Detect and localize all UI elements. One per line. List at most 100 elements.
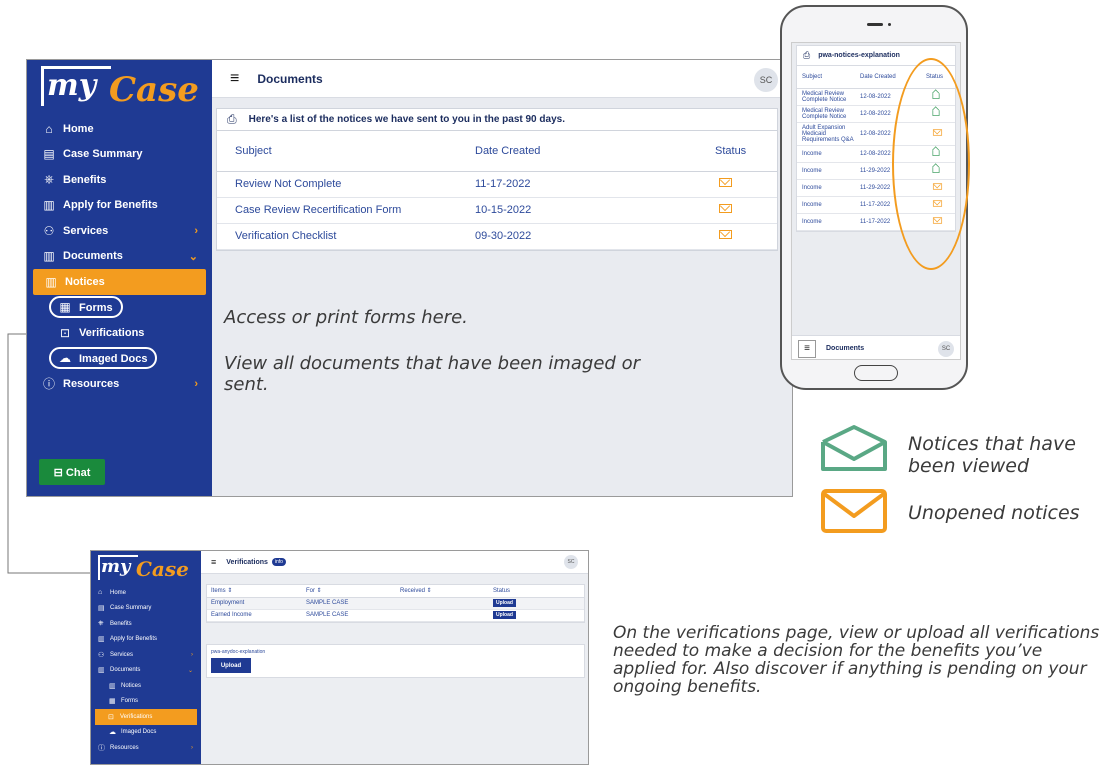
sidebar-item-label: Notices (121, 682, 142, 689)
sidebar-item-home[interactable]: ⌂ Home (27, 116, 212, 142)
sidebar-item-forms[interactable]: ▦ Forms (91, 694, 201, 710)
sidebar-item-label: Case Summary (63, 148, 143, 161)
sidebar-item-label: Benefits (63, 173, 107, 186)
sidebar-item-imaged-docs[interactable]: ☁ Imaged Docs (27, 346, 212, 372)
legend-unopened-text: Unopened notices (908, 502, 1080, 524)
table-row[interactable]: Verification Checklist 09-30-2022 (217, 223, 777, 250)
verification-icon: ⊡ (108, 713, 114, 721)
column-header-subject[interactable]: Subject (797, 66, 855, 89)
hamburger-menu-icon[interactable]: ≡ (230, 70, 239, 88)
sidebar-item-verifications[interactable]: ⊡ Verifications (27, 320, 212, 346)
item-cell: Employment (207, 597, 302, 610)
main-content: ≡ Verifications info SC Items ⇕ For ⇕ Re… (201, 551, 588, 764)
notice-subject[interactable]: Case Review Recertification Form (217, 197, 457, 224)
sidebar-item-label: Benefits (110, 620, 132, 627)
sidebar: my Case ⌂ Home ▤ Case Summary ⎈ Benefits ▥ A… (91, 551, 201, 764)
mycase-logo[interactable]: my Case (27, 60, 212, 116)
notice-subject[interactable]: Verification Checklist (217, 223, 457, 250)
notice-subject[interactable]: Adult Expansion Medicaid Requirements Q&… (797, 122, 855, 146)
avatar[interactable]: SC (938, 340, 954, 357)
notice-subject[interactable]: Income (797, 145, 855, 163)
sidebar-item-label: Verifications (120, 713, 153, 720)
imaged-help-text: View all documents that have been imaged… (224, 353, 640, 395)
unopened-envelope-icon[interactable] (719, 204, 732, 213)
notices-table: Subject Date Created Status Review Not C… (217, 131, 777, 250)
info-badge[interactable]: info (271, 558, 286, 566)
sidebar-item-documents[interactable]: ▥ Documents ⌄ (91, 663, 201, 679)
verifications-screenshot: my Case ⌂ Home ▤ Case Summary ⎈ Benefits ▥ A… (90, 550, 589, 765)
chevron-right-icon: › (191, 651, 193, 658)
notice-subject[interactable]: Income (797, 162, 855, 180)
avatar[interactable]: SC (564, 555, 578, 569)
sidebar-item-label: Documents (110, 667, 141, 674)
table-row[interactable]: Review Not Complete 11-17-2022 (217, 171, 777, 198)
sidebar-item-forms[interactable]: ▦ Forms (27, 295, 212, 321)
column-header-subject[interactable]: Subject (217, 131, 457, 172)
notices-card: ⎙ Here's a list of the notices we have s… (216, 108, 778, 251)
sidebar-item-label: Forms (79, 302, 113, 315)
sidebar-item-label: Documents (63, 250, 123, 263)
sidebar-item-notices[interactable]: ▥ Notices (91, 678, 201, 694)
services-icon: ⚇ (98, 651, 105, 659)
sidebar-item-benefits[interactable]: ⎈ Benefits (91, 616, 201, 632)
unopened-envelope-icon[interactable] (719, 178, 732, 187)
avatar[interactable]: SC (754, 68, 778, 92)
page-title: Verifications (226, 558, 268, 566)
sidebar-item-benefits[interactable]: ⎈ Benefits (27, 167, 212, 193)
upload-button[interactable]: Upload (211, 658, 251, 673)
sidebar-item-notices[interactable]: ▥ Notices (33, 269, 206, 295)
top-bar: ≡ Verifications info SC (201, 551, 588, 574)
column-header-date[interactable]: Date Created (457, 131, 707, 172)
sidebar-item-apply[interactable]: ▥ Apply for Benefits (27, 193, 212, 219)
sidebar-item-documents[interactable]: ▥ Documents ⌄ (27, 244, 212, 270)
sidebar-item-verifications[interactable]: ⊡ Verifications (95, 709, 197, 725)
sidebar-item-label: Forms (121, 698, 138, 705)
sidebar-nav: ⌂ Home ▤ Case Summary ⎈ Benefits ▥ Apply for… (27, 116, 212, 397)
logo-case-text: Case (109, 70, 199, 110)
notice-subject[interactable]: Medical Review Complete Notice (797, 105, 855, 123)
column-header-status[interactable]: Status (707, 131, 777, 172)
column-header-for[interactable]: For ⇕ (302, 585, 396, 598)
notice-subject[interactable]: Income (797, 213, 855, 231)
column-header-items[interactable]: Items ⇕ (207, 585, 302, 598)
sidebar-item-apply[interactable]: ▥ Apply for Benefits (91, 632, 201, 648)
upload-button[interactable]: Upload (493, 611, 516, 619)
sidebar-item-services[interactable]: ⚇ Services › (27, 218, 212, 244)
notice-subject[interactable]: Medical Review Complete Notice (797, 88, 855, 106)
chevron-right-icon: › (194, 224, 198, 237)
hamburger-menu-icon[interactable]: ≡ (798, 339, 816, 358)
forms-icon: ▦ (59, 300, 71, 315)
phone-page-title: Documents (826, 345, 865, 352)
phone-camera (888, 23, 891, 26)
mycase-logo[interactable]: my Case (91, 551, 201, 585)
notice-subject[interactable]: Review Not Complete (217, 171, 457, 198)
logo-my-text: my (47, 68, 97, 103)
sidebar-item-services[interactable]: ⚇ Services › (91, 647, 201, 663)
sidebar-item-case-summary[interactable]: ▤ Case Summary (91, 601, 201, 617)
anydoc-card: pwa-anydoc-explanation Upload (206, 644, 585, 678)
unopened-envelope-icon[interactable] (719, 230, 732, 239)
notice-subject[interactable]: Income (797, 179, 855, 197)
sidebar-item-case-summary[interactable]: ▤ Case Summary (27, 142, 212, 168)
sidebar-item-resources[interactable]: ⓘ Resources › (27, 371, 212, 397)
sidebar-item-imaged-docs[interactable]: ☁ Imaged Docs (91, 725, 201, 741)
sidebar-item-resources[interactable]: ⓘ Resources › (91, 740, 201, 756)
column-header-received[interactable]: Received ⇕ (396, 585, 489, 598)
hamburger-menu-icon[interactable]: ≡ (211, 557, 216, 567)
notice-subject[interactable]: Income (797, 196, 855, 214)
forms-icon: ▦ (109, 698, 116, 706)
sidebar-item-home[interactable]: ⌂ Home (91, 585, 201, 601)
verifications-card: Items ⇕ For ⇕ Received ⇕ Status Employme… (206, 584, 585, 623)
phone-speaker (867, 23, 883, 26)
sidebar-item-label: Imaged Docs (121, 729, 157, 736)
chat-button[interactable]: ⊟ Chat (39, 459, 105, 485)
sidebar-item-label: Imaged Docs (79, 353, 148, 366)
anydoc-label: pwa-anydoc-explanation (211, 649, 266, 655)
chevron-down-icon: ⌄ (187, 667, 193, 674)
upload-button[interactable]: Upload (493, 599, 516, 607)
imaged-docs-highlight: ☁ Imaged Docs (48, 347, 158, 370)
sidebar-item-label: Home (110, 589, 127, 596)
for-cell: SAMPLE CASE (302, 597, 396, 610)
benefits-icon: ⎈ (44, 172, 54, 187)
table-row[interactable]: Case Review Recertification Form 10-15-2… (217, 197, 777, 224)
